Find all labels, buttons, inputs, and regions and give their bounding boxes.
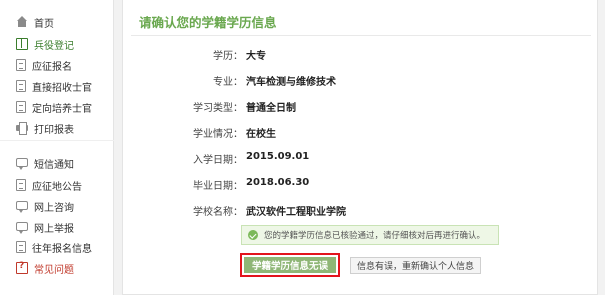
chat-icon bbox=[16, 221, 28, 234]
sidebar-item-home[interactable]: 首页 bbox=[16, 14, 54, 30]
sidebar-item-faq[interactable]: 常见问题 bbox=[16, 260, 74, 276]
sidebar-item-label: 兵役登记 bbox=[34, 40, 74, 52]
sidebar-item-directed-nco-training[interactable]: 定向培养士官 bbox=[16, 99, 92, 115]
sidebar-item-label: 应征报名 bbox=[32, 61, 72, 73]
document-icon bbox=[16, 59, 26, 71]
confirm-button-label: 学籍学历信息无误 bbox=[244, 257, 336, 273]
main-panel: 请确认您的学籍学历信息 学历： 大专 专业： 汽车检测与维修技术 学习类型： 普… bbox=[122, 0, 598, 295]
field-label-school-name: 学校名称： bbox=[193, 207, 243, 218]
document-icon bbox=[16, 101, 26, 113]
sidebar-item-label: 短信通知 bbox=[34, 159, 74, 171]
sidebar-item-print-report[interactable]: 打印报表 bbox=[16, 120, 74, 136]
field-value-academic-status: 在校生 bbox=[246, 129, 276, 140]
document-icon bbox=[16, 241, 26, 253]
sidebar-item-enlistment-announcement[interactable]: 应征地公告 bbox=[16, 177, 82, 193]
field-value-school-name: 武汉软件工程职业学院 bbox=[246, 207, 346, 218]
sidebar: 首页 兵役登记 应征报名 直接招收士官 定向培养士官 打印报表 短信通知 应征地… bbox=[0, 0, 114, 295]
sidebar-item-label: 网上举报 bbox=[34, 223, 74, 235]
chat-icon bbox=[16, 157, 28, 170]
sidebar-item-label: 首页 bbox=[34, 18, 54, 30]
sidebar-item-label: 网上咨询 bbox=[34, 202, 74, 214]
printer-icon bbox=[16, 122, 28, 135]
sidebar-item-label: 定向培养士官 bbox=[32, 103, 92, 115]
home-icon bbox=[16, 16, 28, 28]
field-value-education: 大专 bbox=[246, 51, 266, 62]
info-incorrect-reconfirm-button[interactable]: 信息有误，重新确认个人信息 bbox=[350, 257, 481, 274]
sidebar-item-label: 直接招收士官 bbox=[32, 82, 92, 94]
field-value-enrollment-date: 2015.09.01 bbox=[246, 151, 310, 162]
sidebar-item-label: 往年报名信息 bbox=[32, 243, 92, 255]
sidebar-divider bbox=[0, 140, 114, 141]
book-icon bbox=[16, 38, 28, 50]
sidebar-item-online-consultation[interactable]: 网上咨询 bbox=[16, 198, 74, 214]
field-label-graduation-date: 毕业日期： bbox=[193, 181, 243, 192]
field-label-major: 专业： bbox=[213, 77, 243, 88]
notice-text: 您的学籍学历信息已核验通过，请仔细核对后再进行确认。 bbox=[264, 231, 486, 241]
sidebar-item-direct-nco-recruitment[interactable]: 直接招收士官 bbox=[16, 78, 92, 94]
field-label-enrollment-date: 入学日期： bbox=[193, 155, 243, 166]
field-label-education: 学历： bbox=[213, 51, 243, 62]
title-divider bbox=[131, 35, 591, 36]
sidebar-item-past-applications[interactable]: 往年报名信息 bbox=[16, 239, 92, 255]
field-label-academic-status: 学业情况： bbox=[193, 129, 243, 140]
sidebar-item-military-registration[interactable]: 兵役登记 bbox=[16, 36, 74, 52]
page-title: 请确认您的学籍学历信息 bbox=[139, 15, 277, 30]
sidebar-item-online-report[interactable]: 网上举报 bbox=[16, 219, 74, 235]
field-value-major: 汽车检测与维修技术 bbox=[246, 77, 336, 88]
check-circle-icon bbox=[248, 230, 258, 240]
sidebar-item-enlistment-application[interactable]: 应征报名 bbox=[16, 57, 72, 73]
sidebar-item-label: 常见问题 bbox=[34, 264, 74, 276]
field-value-graduation-date: 2018.06.30 bbox=[246, 177, 310, 188]
question-icon bbox=[16, 261, 28, 274]
sidebar-item-label: 打印报表 bbox=[34, 124, 74, 136]
verification-notice: 您的学籍学历信息已核验通过，请仔细核对后再进行确认。 bbox=[241, 225, 499, 245]
chat-icon bbox=[16, 200, 28, 213]
sidebar-item-sms-notice[interactable]: 短信通知 bbox=[16, 155, 74, 171]
document-icon bbox=[16, 179, 26, 191]
sidebar-item-label: 应征地公告 bbox=[32, 181, 82, 193]
field-value-study-type: 普通全日制 bbox=[246, 103, 296, 114]
field-label-study-type: 学习类型： bbox=[193, 103, 243, 114]
document-icon bbox=[16, 80, 26, 92]
confirm-info-correct-button[interactable]: 学籍学历信息无误 bbox=[240, 253, 340, 277]
